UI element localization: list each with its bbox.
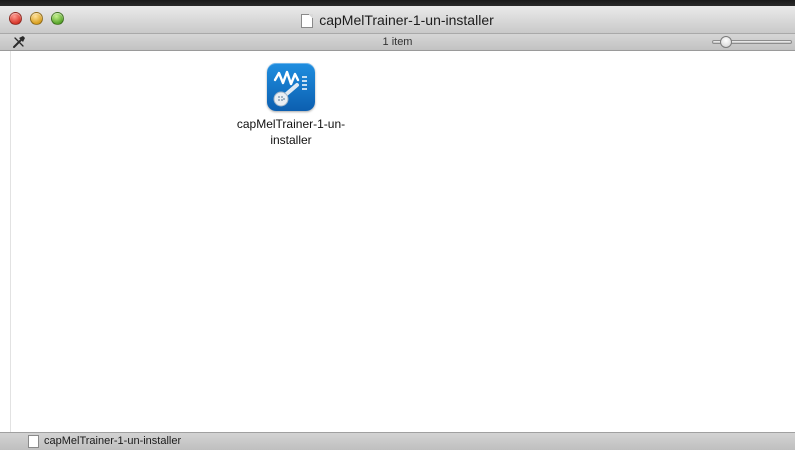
microphone-waveform-icon (273, 70, 307, 107)
path-item[interactable]: capMelTrainer-1-un-installer (44, 433, 181, 450)
file-name-line-1: capMelTrainer-1-un- (236, 117, 346, 131)
slider-knob[interactable] (720, 36, 732, 48)
title-bar[interactable]: capMelTrainer-1-un-installer (0, 6, 795, 34)
app-icon[interactable] (267, 63, 315, 111)
window-title: capMelTrainer-1-un-installer (319, 11, 494, 28)
file-area[interactable]: capMelTrainer-1-un- installer (0, 51, 795, 432)
scroll-edge (0, 51, 11, 432)
item-count: 1 item (382, 36, 413, 48)
file-name[interactable]: capMelTrainer-1-un- installer (218, 116, 364, 148)
finder-toolbar: 1 item (0, 34, 795, 51)
path-bar: capMelTrainer-1-un-installer (0, 432, 795, 450)
file-item[interactable]: capMelTrainer-1-un- installer (218, 63, 364, 158)
file-name-line-2: installer (270, 133, 312, 147)
document-icon (28, 435, 39, 448)
document-icon[interactable] (301, 13, 314, 28)
window-title-group: capMelTrainer-1-un-installer (0, 6, 795, 33)
icon-size-slider[interactable] (712, 36, 792, 48)
finder-window: capMelTrainer-1-un-installer 1 item capM… (0, 6, 795, 450)
